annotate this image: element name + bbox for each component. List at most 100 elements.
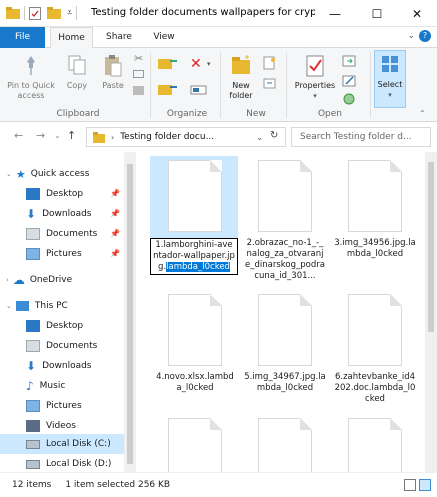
- title-bar: ⩡ Testing folder documents wallpapers fo…: [0, 0, 437, 27]
- history-icon[interactable]: [342, 92, 358, 109]
- pin-icon[interactable]: 📌: [110, 249, 120, 258]
- properties-label: Properties: [294, 81, 336, 90]
- sidebar-item-local-disk-c[interactable]: Local Disk (C:): [0, 434, 124, 454]
- cut-icon[interactable]: ✂: [134, 52, 143, 65]
- sidebar-item-desktop-pc[interactable]: Desktop: [26, 316, 124, 336]
- delete-dropdown-icon[interactable]: ▾: [207, 60, 211, 68]
- document-icon: [168, 160, 222, 232]
- maximize-button[interactable]: ☐: [357, 0, 397, 27]
- sidebar-item-local-disk-d[interactable]: Local Disk (D:): [26, 454, 124, 472]
- ribbon-collapse-arrow-icon[interactable]: ⌃: [419, 109, 426, 118]
- new-folder-icon[interactable]: [47, 7, 61, 19]
- expand-icon[interactable]: ›: [6, 276, 9, 284]
- pin-icon[interactable]: 📌: [110, 209, 120, 218]
- open-icon[interactable]: [342, 54, 358, 71]
- sidebar-item-label: Local Disk (D:): [46, 459, 112, 469]
- paste-button[interactable]: Paste: [96, 54, 130, 91]
- new-item-icon[interactable]: [263, 56, 277, 73]
- sidebar-item-this-pc[interactable]: ⌄ This PC: [6, 296, 122, 316]
- sidebar-item-downloads-pc[interactable]: ⬇ Downloads: [26, 356, 124, 376]
- file-item[interactable]: [240, 418, 330, 472]
- sidebar-item-videos[interactable]: Videos: [26, 416, 124, 436]
- tab-home[interactable]: Home: [50, 27, 93, 49]
- new-group-label: New: [246, 109, 266, 119]
- move-to-icon: [158, 59, 177, 69]
- delete-icon[interactable]: ✕: [190, 56, 202, 72]
- minimize-button[interactable]: —: [315, 0, 355, 27]
- rename-button[interactable]: [190, 82, 208, 99]
- pictures-icon: [26, 400, 40, 412]
- sidebar-item-label: Pictures: [46, 401, 82, 411]
- scrollbar-thumb[interactable]: [127, 164, 133, 464]
- file-item[interactable]: [150, 418, 240, 472]
- scrollbar-thumb[interactable]: [428, 162, 434, 332]
- file-item[interactable]: 2.obrazac_no-1_-_nalog_za_otvaranje_dina…: [240, 160, 330, 282]
- desktop-icon: [26, 188, 40, 200]
- file-item[interactable]: 5.img_34967.jpg.lambda_l0cked: [240, 294, 330, 394]
- pin-icon[interactable]: 📌: [110, 189, 120, 198]
- pin-to-quick-access-button[interactable]: Pin to Quick access: [4, 54, 58, 101]
- sidebar-item-label: Downloads: [42, 209, 92, 219]
- collapse-icon[interactable]: ⌄: [6, 170, 12, 178]
- edit-icon[interactable]: [342, 74, 358, 91]
- computer-icon: [15, 301, 29, 311]
- copy-path-icon[interactable]: [133, 70, 144, 78]
- file-item[interactable]: [330, 418, 420, 472]
- pin-icon: [27, 56, 35, 75]
- video-icon: [26, 420, 40, 432]
- address-bar[interactable]: › Testing folder docu... ⌄: [86, 127, 286, 147]
- file-item[interactable]: 4.novo.xlsx.lambda_l0cked: [150, 294, 240, 394]
- copy-button[interactable]: Copy: [62, 54, 92, 91]
- quick-access-toolbar: ⩡: [6, 6, 81, 20]
- select-button[interactable]: Select ▾: [374, 50, 406, 108]
- properties-icon: [306, 55, 324, 77]
- file-item[interactable]: 1.lamborghini-aventador-wallpaper.jpg.la…: [140, 156, 238, 275]
- sidebar-item-pictures-pc[interactable]: Pictures: [26, 396, 124, 416]
- sidebar-scrollbar[interactable]: [124, 152, 136, 472]
- tab-view[interactable]: View: [144, 27, 184, 48]
- file-item[interactable]: 6.zahtevbanke_id4202.doc.lambda_l0cked: [330, 294, 420, 405]
- refresh-icon[interactable]: ↻: [270, 130, 278, 141]
- properties-check-icon[interactable]: [29, 6, 41, 20]
- help-icon[interactable]: ?: [419, 30, 431, 42]
- sidebar-item-label: Videos: [46, 421, 76, 431]
- sidebar-item-music[interactable]: ♪ Music: [26, 376, 124, 396]
- file-name: 2.obrazac_no-1_-_nalog_za_otvaranje_dina…: [245, 238, 325, 281]
- content-scrollbar[interactable]: [425, 152, 437, 472]
- details-view-icon[interactable]: [404, 479, 416, 491]
- file-item[interactable]: 3.img_34956.jpg.lambda_l0cked: [330, 160, 420, 260]
- sidebar-item-documents-pc[interactable]: Documents: [26, 336, 124, 356]
- search-input[interactable]: Search Testing folder d...: [291, 127, 431, 147]
- sidebar-item-onedrive[interactable]: › ☁ OneDrive: [6, 270, 122, 290]
- sidebar-item-quick-access[interactable]: ⌄ ★ Quick access: [6, 164, 122, 184]
- ribbon-collapse-icon[interactable]: ⌄: [407, 31, 415, 41]
- pin-icon[interactable]: 📌: [110, 229, 120, 238]
- tab-file[interactable]: File: [0, 27, 45, 48]
- up-arrow-icon[interactable]: ↑: [67, 129, 76, 142]
- folder-icon: [93, 131, 105, 143]
- tab-share[interactable]: Share: [100, 27, 138, 48]
- music-icon: ♪: [26, 379, 34, 393]
- forward-arrow-icon[interactable]: →: [36, 129, 45, 142]
- customize-toolbar-icon[interactable]: ⩡: [67, 8, 72, 18]
- new-folder-button[interactable]: New folder: [224, 54, 258, 101]
- back-arrow-icon[interactable]: ←: [14, 129, 23, 142]
- paste-shortcut-icon[interactable]: [133, 86, 144, 95]
- document-icon: [258, 294, 312, 366]
- sidebar-item-label: Desktop: [46, 321, 84, 331]
- close-button[interactable]: ✕: [397, 0, 437, 27]
- rename-field[interactable]: 1.lamborghini-aventador-wallpaper.jpg.la…: [150, 238, 238, 275]
- rename-icon: [190, 85, 207, 95]
- open-group-label: Open: [317, 109, 343, 119]
- recent-locations-icon[interactable]: ⌄: [54, 131, 61, 140]
- large-icons-view-icon[interactable]: [419, 479, 431, 491]
- properties-button[interactable]: Properties ▾: [292, 54, 338, 101]
- collapse-icon[interactable]: ⌄: [6, 302, 12, 310]
- copy-to-button[interactable]: [158, 82, 178, 99]
- folder-icon: [6, 7, 20, 19]
- breadcrumb[interactable]: Testing folder docu...: [120, 132, 214, 142]
- download-icon: ⬇: [26, 359, 37, 373]
- address-dropdown-icon[interactable]: ⌄: [256, 133, 263, 142]
- move-to-button[interactable]: [158, 56, 178, 73]
- easy-access-icon[interactable]: [263, 76, 277, 93]
